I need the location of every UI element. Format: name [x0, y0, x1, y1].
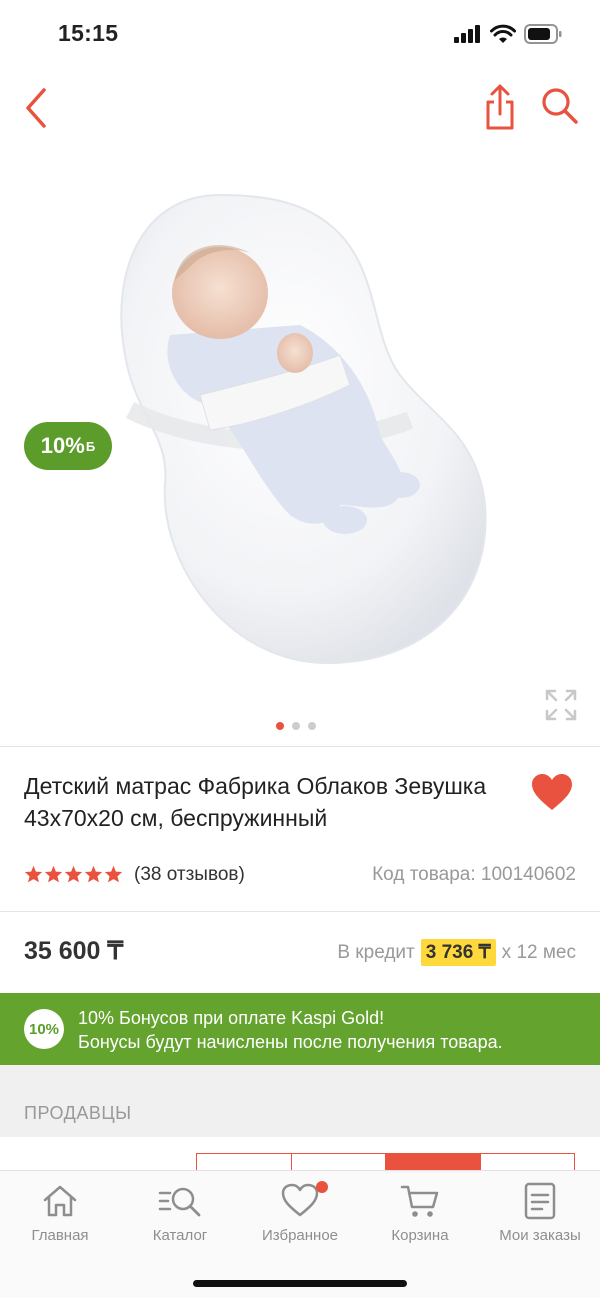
expand-icon[interactable] — [544, 688, 578, 722]
share-button[interactable] — [480, 82, 520, 132]
divider — [0, 746, 600, 747]
tab-orders-label: Мои заказы — [499, 1227, 581, 1244]
kaspi-bonus-banner[interactable]: 10% 10% Бонусов при оплате Kaspi Gold! Б… — [0, 993, 600, 1065]
pagination-dot — [292, 722, 300, 730]
price-row: 35 600 ₸ В кредит 3 736 ₸ x 12 мес — [24, 936, 576, 970]
status-bar: 15:15 — [0, 0, 600, 70]
heart-icon — [281, 1183, 319, 1217]
star-icon — [104, 865, 123, 883]
bonus-badge-percent: 10% — [40, 433, 85, 458]
status-time: 15:15 — [58, 20, 119, 46]
tab-orders[interactable]: Мои заказы — [480, 1181, 600, 1251]
star-icon — [44, 865, 63, 883]
pagination-dot-active — [276, 722, 284, 730]
star-icon — [84, 865, 103, 883]
rating-stars[interactable] — [24, 865, 123, 883]
product-title: Детский матрас Фабрика Облаков Зевушка 4… — [24, 773, 487, 831]
wifi-icon — [490, 24, 516, 43]
tab-cart-label: Корзина — [391, 1227, 449, 1244]
home-icon — [43, 1185, 77, 1217]
home-indicator — [193, 1280, 407, 1287]
kaspi-bonus-line2: Бонусы будут начислены после получения т… — [78, 1032, 503, 1052]
tab-favorites-label: Избранное — [261, 1227, 339, 1244]
orders-icon — [524, 1182, 556, 1220]
product-sku: Код товара: 100140602 — [372, 864, 576, 885]
battery-icon — [524, 24, 562, 44]
pagination-dot — [308, 722, 316, 730]
reviews-link[interactable]: (38 отзывов) — [134, 864, 245, 886]
cart-icon — [400, 1185, 439, 1217]
back-button[interactable] — [18, 84, 58, 132]
tab-catalog-label: Каталог — [152, 1227, 208, 1244]
credit-term: x 12 мес — [501, 941, 576, 963]
tab-home-label: Главная — [31, 1227, 89, 1244]
product-price: 35 600 ₸ — [24, 937, 124, 965]
signal-icon — [454, 25, 480, 43]
bottom-tab-bar: Главная Каталог Избранное Корзина Мои за… — [0, 1170, 600, 1298]
credit-label: В кредит — [337, 941, 415, 963]
kaspi-bonus-text: 10% Бонусов при оплате Kaspi Gold! Бонус… — [78, 1006, 503, 1054]
credit-info[interactable]: В кредит 3 736 ₸ x 12 мес — [337, 939, 576, 966]
favorite-heart-icon[interactable] — [530, 772, 574, 812]
kaspi-bonus-badge: 10% — [24, 1009, 64, 1049]
kaspi-bonus-line1: 10% Бонусов при оплате Kaspi Gold! — [78, 1008, 385, 1028]
bonus-badge: 10% Б — [24, 422, 112, 470]
notification-dot — [316, 1181, 328, 1193]
credit-amount: 3 736 ₸ — [420, 939, 496, 966]
status-icons — [454, 24, 562, 44]
bonus-badge-symbol: Б — [85, 438, 96, 454]
tab-cart[interactable]: Корзина — [360, 1181, 480, 1251]
product-image[interactable] — [100, 185, 500, 675]
divider — [0, 911, 600, 912]
rating-row: (38 отзывов) Код товара: 100140602 — [24, 862, 576, 890]
tab-catalog[interactable]: Каталог — [120, 1181, 240, 1251]
tab-home[interactable]: Главная — [0, 1181, 120, 1251]
tab-favorites[interactable]: Избранное — [240, 1181, 360, 1251]
product-gallery[interactable]: 10% Б — [0, 150, 600, 745]
gallery-pagination — [276, 722, 316, 730]
sellers-title: ПРОДАВЦЫ — [24, 1103, 132, 1123]
catalog-icon — [158, 1187, 201, 1217]
star-icon — [24, 865, 43, 883]
star-icon — [64, 865, 83, 883]
top-nav — [0, 70, 600, 150]
search-button[interactable] — [538, 84, 582, 128]
